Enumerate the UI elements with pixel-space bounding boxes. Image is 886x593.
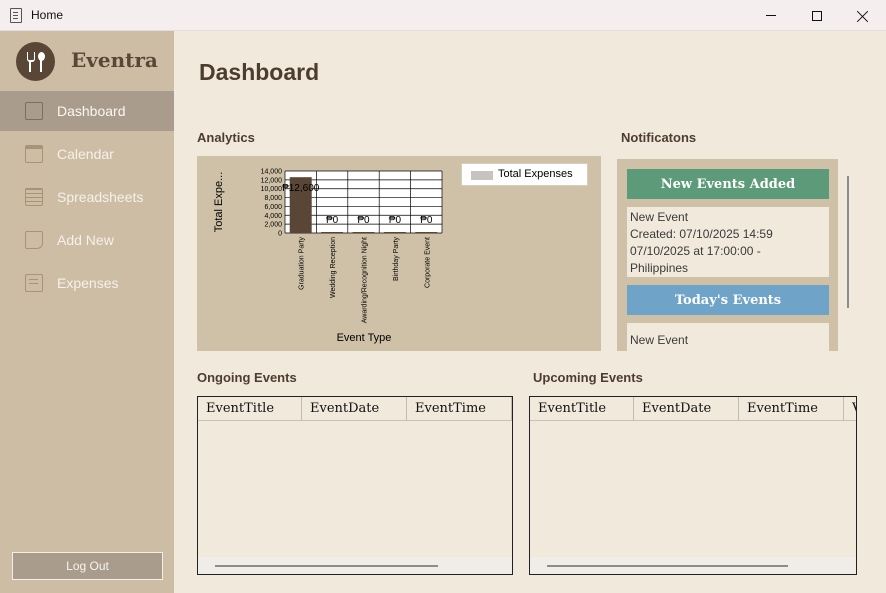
x-tick-label: Awarding/Recognition Night (362, 237, 369, 323)
sidebar-item-label: Add New (57, 232, 114, 248)
x-tick-label: Graduation Party (299, 237, 306, 290)
data-label: ₱0 (326, 215, 339, 226)
window-title: Home (31, 8, 64, 22)
notification-line: New Event (630, 210, 689, 224)
scrollbar-thumb[interactable] (847, 176, 849, 308)
column-header-eventdate[interactable]: EventDate (634, 397, 739, 421)
page-title: Dashboard (199, 59, 320, 85)
bar (383, 232, 406, 233)
brand-name: Eventra (71, 48, 158, 72)
chart-legend: Total Expenses (461, 163, 588, 186)
sidebar-item-label: Expenses (57, 275, 119, 291)
column-header-eventdate[interactable]: EventDate (302, 397, 407, 421)
minimize-button[interactable] (748, 0, 794, 31)
fork-icon (27, 52, 35, 72)
scrollbar-thumb[interactable] (215, 565, 438, 567)
legend-swatch (471, 171, 493, 180)
sidebar-item-label: Calendar (57, 146, 114, 162)
horizontal-scrollbar[interactable] (198, 557, 512, 574)
horizontal-scrollbar[interactable] (530, 557, 856, 574)
column-header-eventtitle[interactable]: EventTitle (530, 397, 634, 421)
notification-line: New Event (630, 333, 689, 347)
bar (415, 232, 438, 233)
sidebar-item-calendar[interactable]: Calendar (0, 134, 174, 174)
app-icon (10, 8, 22, 23)
data-label: ₱0 (357, 215, 370, 226)
logo-icon (16, 42, 55, 81)
upcoming-events-heading: Upcoming Events (533, 370, 643, 385)
sidebar-item-spreadsheets[interactable]: Spreadsheets (0, 177, 174, 217)
column-header-eventtime[interactable]: EventTime (407, 397, 512, 421)
bar (352, 232, 375, 233)
y-tick-label: 12,000 (261, 177, 283, 184)
upcoming-events-table[interactable]: EventTitle EventDate EventTime V (529, 396, 857, 575)
sidebar-item-add-new[interactable]: Add New (0, 220, 174, 260)
notifications-heading: Notificatons (621, 130, 697, 145)
data-label: ₱12,600 (282, 183, 320, 194)
y-tick-label: 10,000 (261, 186, 283, 193)
y-tick-label: 0 (278, 231, 282, 238)
notification-line: 07/10/2025 at 17:00:00 - (630, 244, 761, 258)
ongoing-events-table[interactable]: EventTitle EventDate EventTime (197, 396, 513, 575)
y-tick-label: 8,000 (264, 195, 282, 202)
y-tick-label: 14,000 (261, 169, 283, 176)
column-header-eventtime[interactable]: EventTime (739, 397, 844, 421)
close-button[interactable] (840, 0, 886, 31)
sidebar-item-expenses[interactable]: Expenses (0, 263, 174, 303)
calendar-icon (25, 145, 43, 163)
x-tick-label: Birthday Party (393, 237, 400, 281)
y-tick-label: 4,000 (264, 213, 282, 220)
notification-line: Philippines (630, 261, 689, 275)
sidebar: Eventra Dashboard Calendar Spreadsheets … (0, 31, 174, 593)
bar (321, 232, 344, 233)
analytics-chart: 0 2,000 4,000 6,000 8,000 10,000 12,000 14,000 ₱… (197, 156, 601, 351)
title-bar: Home (0, 0, 886, 31)
receipt-icon (25, 274, 43, 292)
column-header-partial[interactable]: V (844, 397, 856, 421)
column-header-eventtitle[interactable]: EventTitle (198, 397, 302, 421)
new-events-header: New Events Added (627, 169, 829, 199)
sidebar-item-label: Dashboard (57, 103, 126, 119)
maximize-button[interactable] (794, 0, 840, 31)
x-axis-title: Event Type (337, 332, 392, 344)
minimize-icon (766, 15, 776, 16)
close-icon (857, 10, 869, 22)
logout-button[interactable]: Log Out (12, 552, 163, 580)
spreadsheet-icon (25, 188, 43, 206)
scrollbar-thumb[interactable] (547, 565, 788, 567)
add-note-icon (25, 231, 43, 249)
sidebar-item-dashboard[interactable]: Dashboard (0, 91, 174, 131)
x-tick-label: Wedding Reception (330, 237, 337, 298)
legend-label: Total Expenses (498, 168, 573, 180)
data-label: ₱0 (389, 215, 402, 226)
x-tick-label: Corporate Event (424, 237, 431, 288)
dashboard-icon (25, 102, 43, 120)
y-tick-label: 6,000 (264, 204, 282, 211)
todays-events-header: Today's Events (627, 285, 829, 315)
sidebar-item-label: Spreadsheets (57, 189, 144, 205)
notification-card[interactable]: New Event Created: 07/10/2025 14:59 07/1… (627, 207, 829, 277)
ongoing-events-heading: Ongoing Events (197, 370, 297, 385)
table-header: EventTitle EventDate EventTime (198, 397, 512, 421)
today-event-card[interactable]: New Event (627, 323, 829, 351)
y-tick-label: 2,000 (264, 222, 282, 229)
data-label: ₱0 (420, 215, 433, 226)
notifications-panel: New Events Added New Event Created: 07/1… (617, 159, 838, 351)
notification-line: Created: 07/10/2025 14:59 (630, 227, 773, 241)
spoon-icon (38, 52, 45, 72)
table-header: EventTitle EventDate EventTime V (530, 397, 856, 421)
y-axis-title: Total Expe... (213, 172, 225, 233)
notifications-scrollbar[interactable] (838, 159, 856, 351)
analytics-heading: Analytics (197, 130, 255, 145)
maximize-icon (812, 10, 822, 21)
